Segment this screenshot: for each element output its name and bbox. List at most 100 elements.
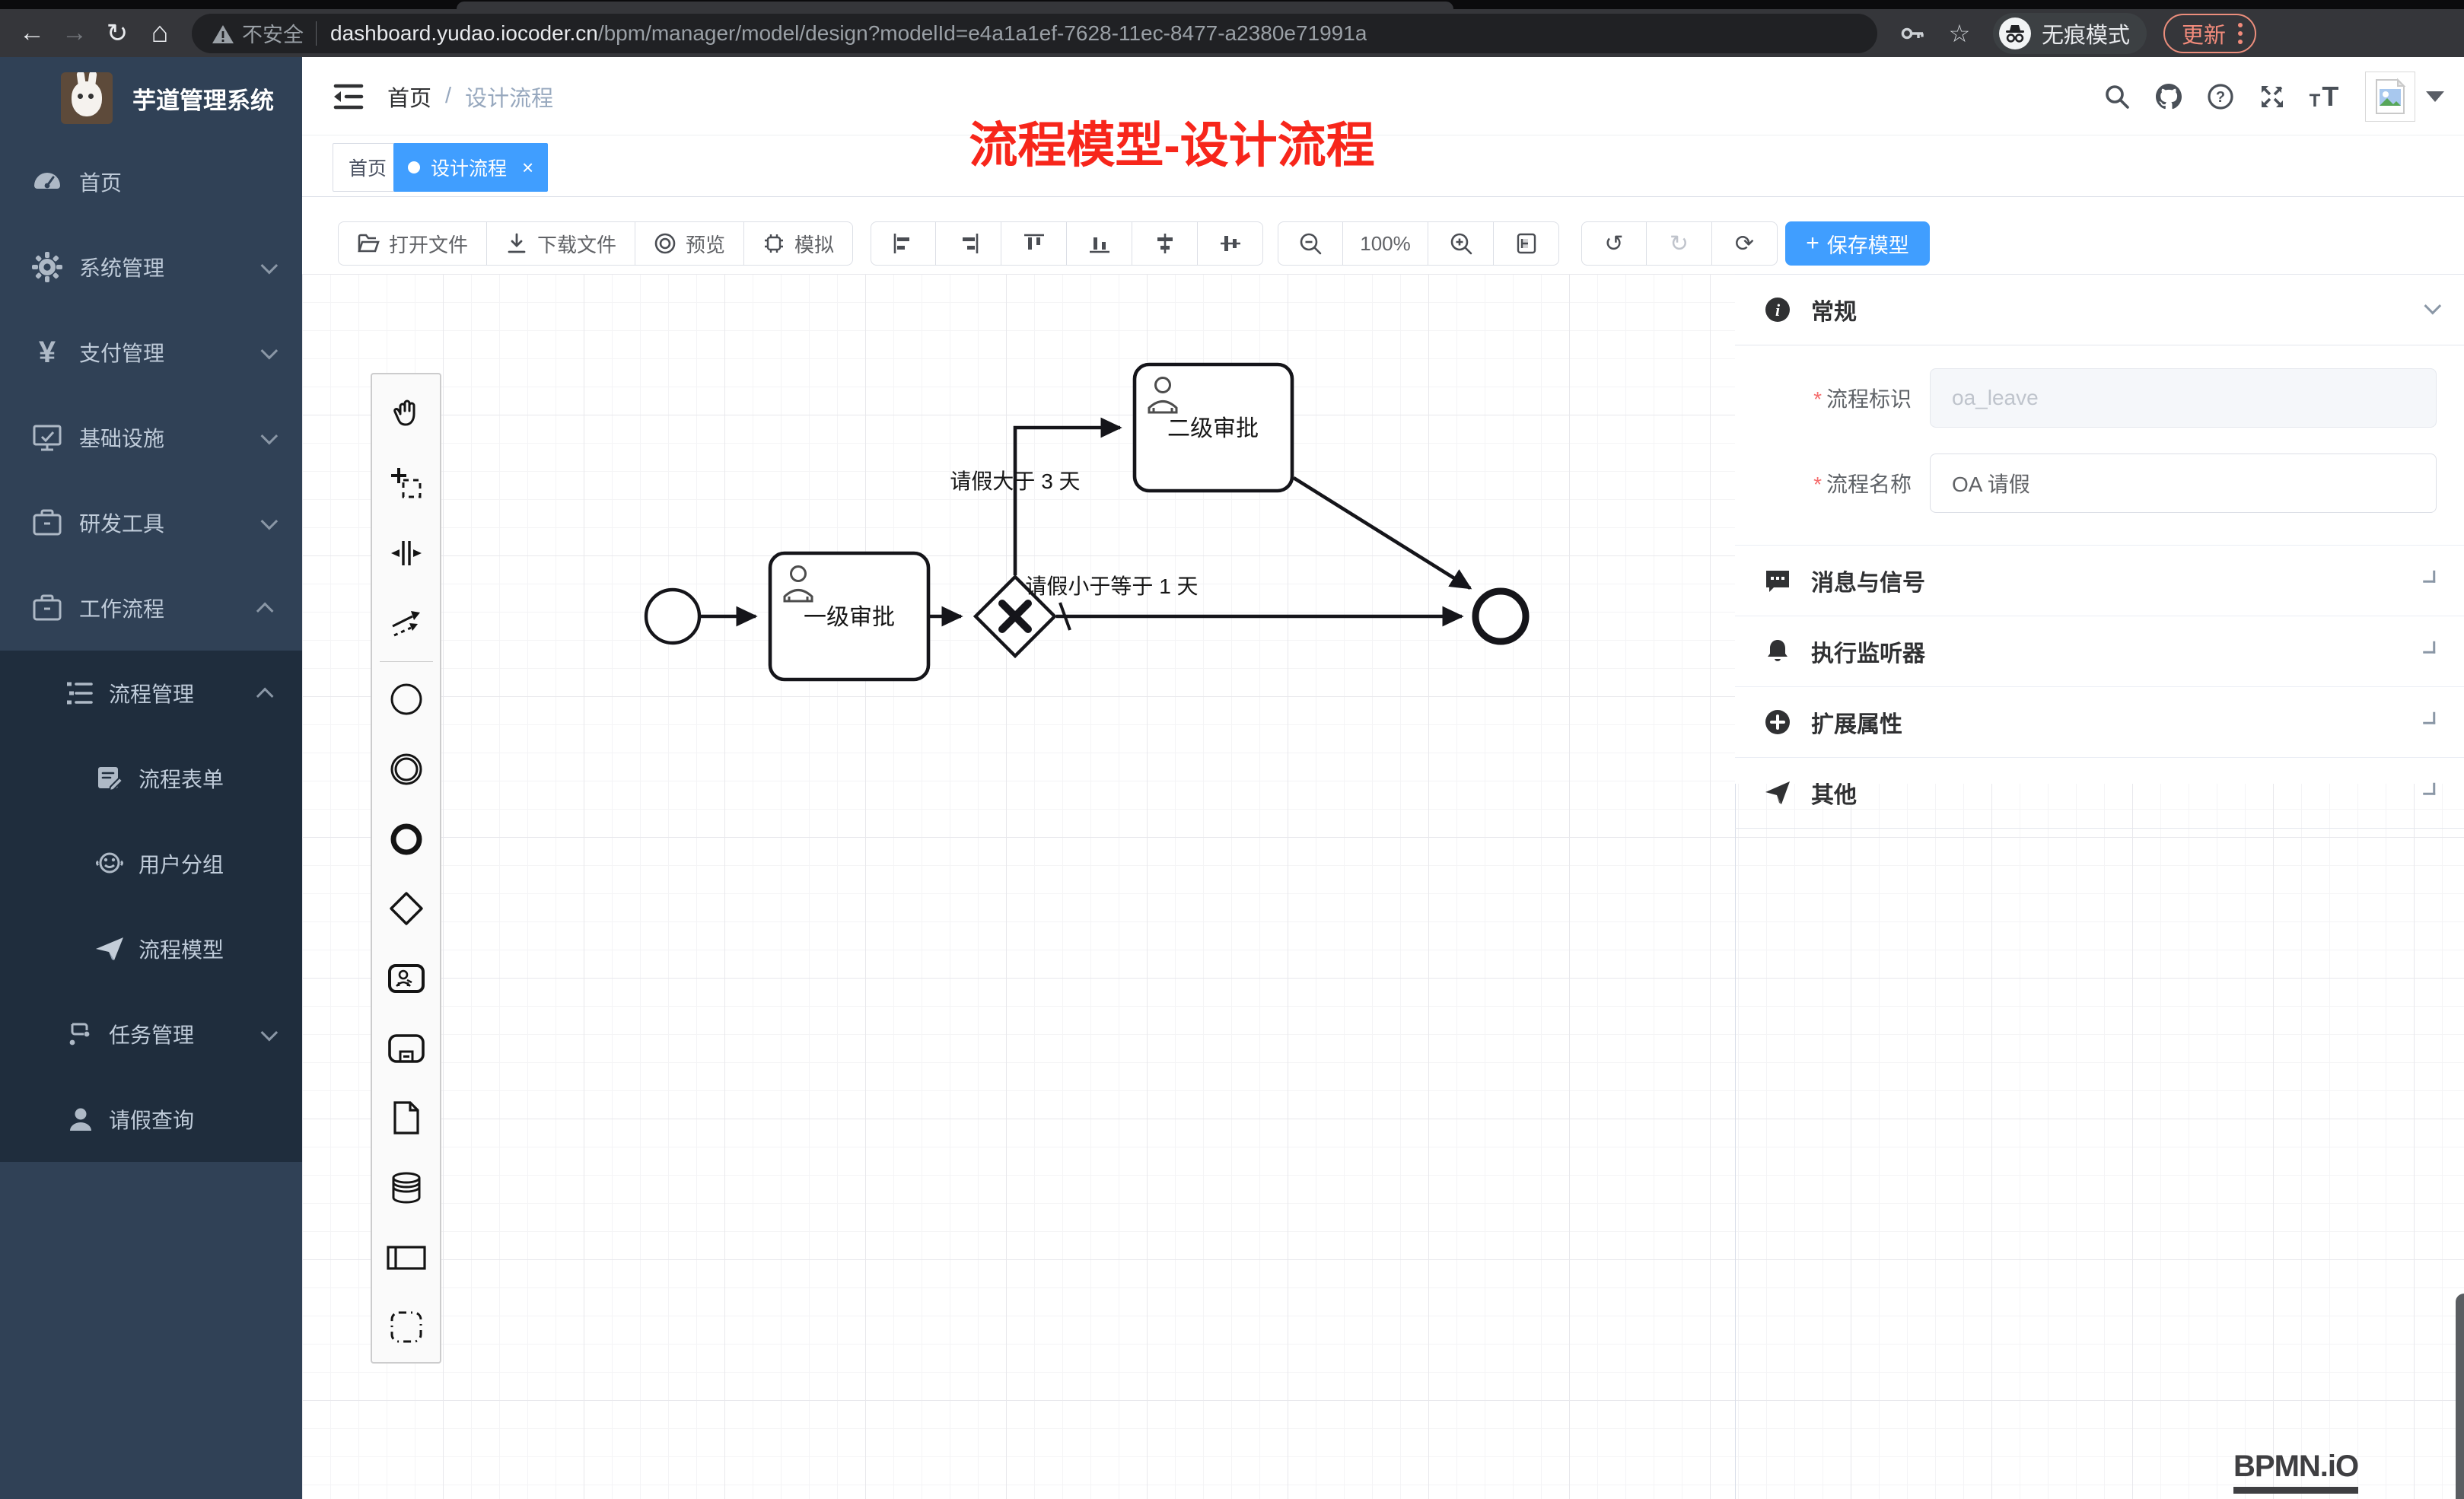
space-tool-icon[interactable] (373, 518, 440, 588)
incognito-icon (1999, 18, 2031, 49)
passwords-key-icon[interactable] (1891, 12, 1934, 55)
incognito-badge: 无痕模式 (1993, 13, 2147, 54)
url-text[interactable]: dashboard.yudao.iocoder.cn/bpm/manager/m… (330, 21, 1367, 46)
main-area: 首页 / 设计流程 ? TT 首 (302, 57, 2464, 1499)
github-icon[interactable] (2143, 57, 2195, 135)
fullscreen-icon[interactable] (2246, 57, 2298, 135)
chevron-right-icon (2421, 783, 2440, 803)
create-subprocess-icon[interactable] (373, 1014, 440, 1084)
create-data-object-icon[interactable] (373, 1083, 440, 1153)
bpmn-io-watermark[interactable]: BPMN.iO (2233, 1450, 2358, 1494)
download-file-button[interactable]: 下载文件 (487, 221, 635, 266)
chevron-down-icon (2424, 302, 2437, 318)
browser-menu-icon[interactable] (2238, 23, 2243, 44)
hand-tool-icon[interactable] (373, 379, 440, 449)
align-right-icon[interactable] (936, 221, 1001, 266)
sidebar-item-user-group[interactable]: 用户分组 (0, 821, 302, 906)
create-data-store-icon[interactable] (373, 1153, 440, 1223)
sidebar-item-workflow[interactable]: 工作流程 (0, 565, 302, 651)
process-name-input[interactable] (1930, 454, 2437, 513)
avatar[interactable] (2365, 72, 2415, 122)
help-icon[interactable]: ? (2195, 57, 2246, 135)
forward-icon[interactable]: → (53, 12, 96, 55)
home-icon[interactable]: ⌂ (138, 12, 181, 55)
sidebar-item-leave-query[interactable]: 请假查询 (0, 1077, 302, 1162)
section-general[interactable]: i 常规 (1735, 275, 2464, 345)
sidebar-item-infra[interactable]: 基础设施 (0, 395, 302, 480)
route-icon (64, 1017, 97, 1051)
create-end-event-icon[interactable] (373, 804, 440, 874)
sidebar-item-task-mgmt[interactable]: 任务管理 (0, 991, 302, 1077)
chevron-up-icon (261, 596, 273, 620)
chevron-down-icon (261, 340, 273, 364)
person-icon (64, 1103, 97, 1136)
not-secure-icon (212, 24, 234, 43)
palette-separator (380, 661, 433, 662)
tag-design-process[interactable]: 设计流程 × (393, 143, 548, 192)
chevron-down-icon (261, 255, 273, 279)
svg-text:i: i (1775, 301, 1781, 320)
avatar-caret-icon[interactable] (2426, 91, 2444, 102)
simulate-button[interactable]: 模拟 (744, 221, 853, 266)
sidebar-item-system[interactable]: 系统管理 (0, 224, 302, 310)
browser-active-tab[interactable] (457, 2, 1453, 9)
create-intermediate-event-icon[interactable] (373, 734, 440, 804)
breadcrumb-current: 设计流程 (465, 81, 553, 113)
create-start-event-icon[interactable] (373, 665, 440, 735)
url-bar[interactable]: 不安全 dashboard.yudao.iocoder.cn/bpm/manag… (192, 14, 1877, 53)
dashboard-icon (30, 165, 64, 199)
sidebar-item-devtools[interactable]: 研发工具 (0, 480, 302, 565)
redo-icon[interactable]: ↻ (1647, 221, 1712, 266)
restart-icon[interactable]: ⟳ (1712, 221, 1778, 266)
briefcase-icon (30, 591, 64, 625)
sidebar-item-home[interactable]: 首页 (0, 139, 302, 224)
chevron-right-icon (2421, 571, 2440, 590)
section-listeners[interactable]: 执行监听器 (1735, 616, 2464, 687)
align-center-horizontal-icon[interactable] (1132, 221, 1198, 266)
create-user-task-icon[interactable] (373, 944, 440, 1014)
create-group-icon[interactable] (373, 1292, 440, 1362)
save-model-button[interactable]: +保存模型 (1785, 221, 1930, 266)
zoom-out-icon[interactable] (1278, 221, 1343, 266)
font-size-icon[interactable]: TT (2298, 57, 2350, 135)
reload-icon[interactable]: ↻ (96, 12, 138, 55)
sidebar-fold-icon[interactable] (331, 79, 366, 114)
section-other[interactable]: 其他 (1735, 758, 2464, 829)
bookmark-star-icon[interactable]: ☆ (1938, 12, 1981, 55)
sidebar-item-process-mgmt[interactable]: 流程管理 (0, 651, 302, 736)
plus-circle-icon (1761, 708, 1794, 736)
lasso-tool-icon[interactable] (373, 449, 440, 519)
process-key-input[interactable] (1930, 368, 2437, 428)
zoom-in-icon[interactable] (1428, 221, 1494, 266)
send-icon (1761, 779, 1794, 807)
fit-viewport-icon[interactable] (1494, 221, 1559, 266)
browser-navbar: ← → ↻ ⌂ 不安全 dashboard.yudao.iocoder.cn/b… (0, 9, 2464, 57)
search-icon[interactable] (2091, 57, 2143, 135)
align-bottom-icon[interactable] (1067, 221, 1132, 266)
section-messages[interactable]: 消息与信号 (1735, 546, 2464, 616)
section-extensions[interactable]: 扩展属性 (1735, 687, 2464, 758)
back-icon[interactable]: ← (11, 12, 53, 55)
chevron-right-icon (2421, 641, 2440, 661)
bpmn-palette (371, 373, 441, 1364)
message-icon (1761, 567, 1794, 594)
preview-button[interactable]: 预览 (635, 221, 744, 266)
align-center-vertical-icon[interactable] (1198, 221, 1263, 266)
sidebar-item-process-model[interactable]: 流程模型 (0, 906, 302, 991)
undo-icon[interactable]: ↺ (1581, 221, 1647, 266)
app-logo[interactable]: 芋道管理系统 (0, 57, 302, 139)
tag-home[interactable]: 首页 (333, 143, 403, 192)
update-button[interactable]: 更新 (2163, 14, 2256, 53)
align-top-icon[interactable] (1001, 221, 1067, 266)
security-label[interactable]: 不安全 (242, 18, 304, 48)
sidebar-item-pay[interactable]: ¥ 支付管理 (0, 310, 302, 395)
align-left-icon[interactable] (871, 221, 936, 266)
sidebar-item-process-form[interactable]: 流程表单 (0, 736, 302, 821)
tag-close-icon[interactable]: × (522, 156, 533, 180)
global-connect-tool-icon[interactable] (373, 588, 440, 658)
breadcrumb-home[interactable]: 首页 (387, 81, 431, 113)
open-file-button[interactable]: 打开文件 (338, 221, 487, 266)
create-participant-icon[interactable] (373, 1223, 440, 1293)
plane-icon (93, 932, 126, 966)
create-gateway-icon[interactable] (373, 874, 440, 944)
